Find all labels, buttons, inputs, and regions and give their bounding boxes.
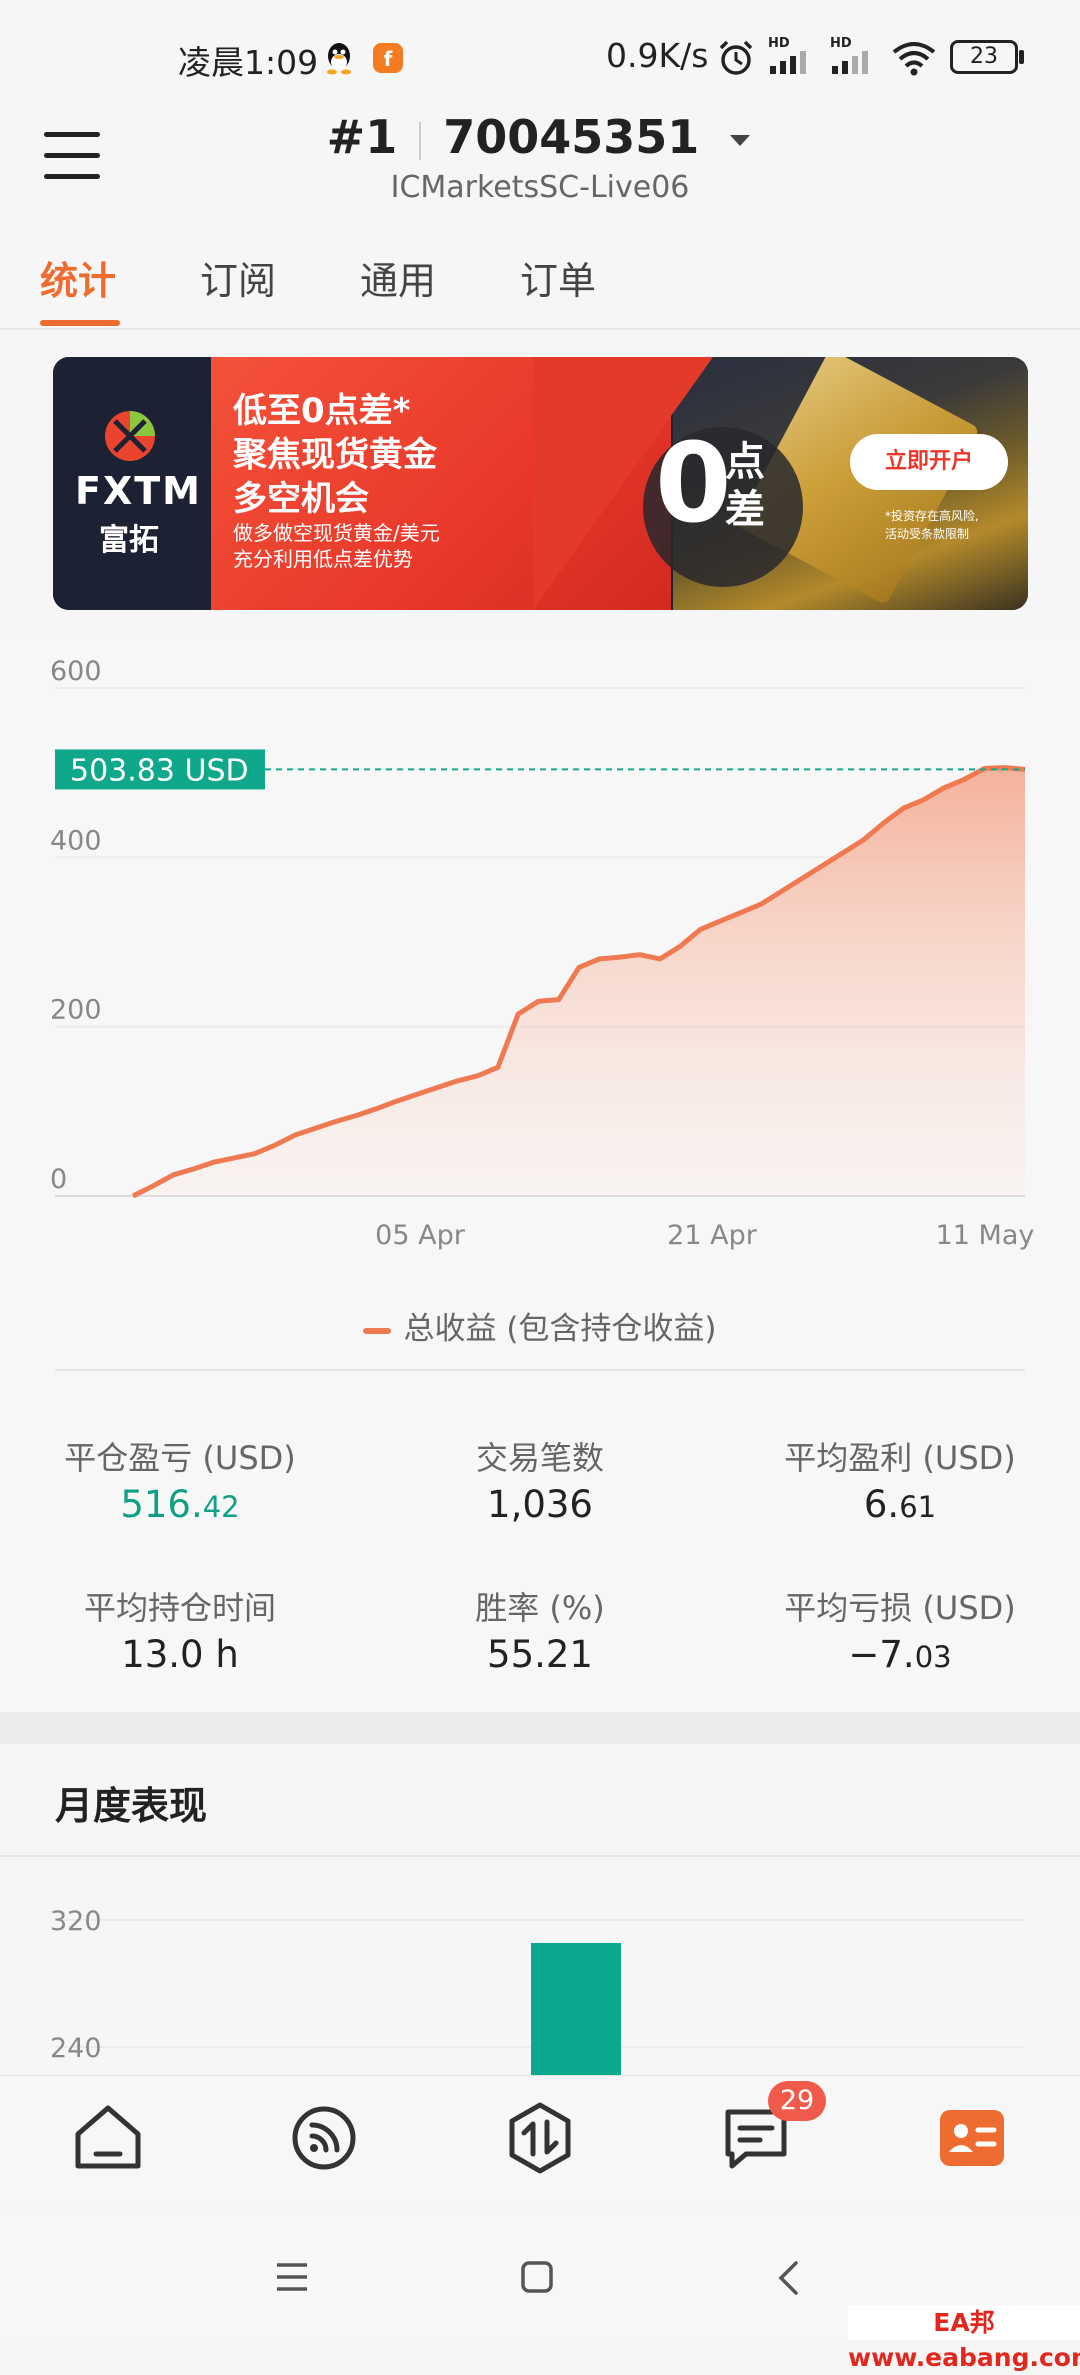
tab-active-indicator xyxy=(40,320,120,326)
stat-label: 平均持仓时间 xyxy=(83,1589,276,1627)
banner-sub-2: 充分利用低点差优势 xyxy=(233,547,413,571)
account-server: ICMarketsSC-Live06 xyxy=(390,170,690,205)
wifi-icon xyxy=(892,42,936,76)
messages-badge: 29 xyxy=(768,2081,826,2121)
stat-label: 交易笔数 xyxy=(475,1439,604,1477)
account-number: 70045351 xyxy=(443,110,700,164)
divider xyxy=(0,1855,1080,1857)
battery-level: 23 xyxy=(970,44,998,69)
feed-icon[interactable] xyxy=(284,2098,364,2178)
watermark: EA邦www.eabang.com xyxy=(848,2305,1080,2372)
battery-indicator: 23 xyxy=(950,40,1018,74)
account-index: #1 xyxy=(326,110,398,164)
recents-icon[interactable] xyxy=(275,2262,309,2292)
legend-swatch xyxy=(363,1327,392,1334)
divider xyxy=(55,1369,1025,1371)
stat-value: 516.42 xyxy=(120,1483,240,1526)
ad-banner[interactable]: FXTM 富拓 低至0点差* 聚焦现货黄金 多空机会 做多做空现货黄金/美元 充… xyxy=(53,357,1028,610)
status-bar: 凌晨1:09 f 0.9K/s HD HD 23 xyxy=(0,0,1080,100)
svg-text:f: f xyxy=(384,47,393,71)
monthly-title: 月度表现 xyxy=(55,1784,208,1828)
fxtm-logo-icon xyxy=(105,411,155,461)
current-value-label: 503.83 USD xyxy=(70,753,249,788)
home-system-icon[interactable] xyxy=(520,2260,554,2294)
section-divider xyxy=(0,1712,1080,1744)
stat-value: 13.0 h xyxy=(121,1633,239,1676)
stat-value: 1,036 xyxy=(487,1483,593,1526)
signal-icon-2 xyxy=(832,51,868,74)
banner-sub-1: 做多做空现货黄金/美元 xyxy=(233,521,440,545)
stat-value: 6.61 xyxy=(863,1483,937,1526)
stat-label: 平均盈利 (USD) xyxy=(784,1439,1016,1477)
equity-chart: 600 400 200 0 05 Apr 21 Apr 11 May 503.83 USD xyxy=(50,656,1035,1251)
y-tick-label: 0 xyxy=(50,1164,67,1195)
account-selector[interactable]: #1 70045351 xyxy=(0,110,1080,164)
x-tick-label: 05 Apr xyxy=(375,1220,466,1251)
banner-headline-2: 聚焦现货黄金 xyxy=(233,435,437,475)
x-tick-label: 21 Apr xyxy=(667,1220,758,1251)
y-tick-label: 200 xyxy=(50,995,102,1026)
tab-general[interactable]: 通用 xyxy=(360,250,436,305)
monthly-bar[interactable] xyxy=(531,1943,621,2075)
legend-label: 总收益 (包含持仓收益) xyxy=(403,1311,717,1347)
alarm-icon xyxy=(719,40,753,75)
tab-bar: 统计 订阅 通用 订单 xyxy=(0,240,1080,330)
tab-orders[interactable]: 订单 xyxy=(520,250,596,305)
monthly-y-tick: 240 xyxy=(50,2033,102,2064)
stat-label: 胜率 (%) xyxy=(475,1589,605,1627)
brand-name-cn: 富拓 xyxy=(99,523,159,558)
tab-stats[interactable]: 统计 xyxy=(40,250,116,305)
battery-tip xyxy=(1019,50,1024,64)
signal-icon-1 xyxy=(770,51,806,74)
banner-big-cha: 差 xyxy=(725,487,765,533)
equity-chart-card: 600 400 200 0 05 Apr 21 Apr 11 May 503.83 USD… xyxy=(0,638,1080,1713)
app-notify-icon: f xyxy=(373,43,403,73)
y-tick-label: 600 xyxy=(50,656,102,687)
status-time: 凌晨1:09 xyxy=(178,43,319,82)
banner-disclaimer-1: *投资存在高风险, xyxy=(885,509,979,523)
equity-area xyxy=(133,767,1025,1196)
monthly-chart: 320 240 xyxy=(50,1906,1025,2075)
stat-value: −7.03 xyxy=(848,1633,952,1676)
chart-legend: 总收益 (包含持仓收益) xyxy=(0,1303,1080,1348)
bottom-nav xyxy=(0,2075,1080,2205)
x-tick-label: 11 May xyxy=(936,1220,1035,1251)
banner-headline-1: 低至0点差* xyxy=(233,391,411,431)
qq-icon xyxy=(327,43,351,75)
network-speed: 0.9K/s xyxy=(606,36,709,75)
banner-disclaimer-2: 活动受条款限制 xyxy=(885,527,970,541)
brand-name: FXTM xyxy=(75,469,202,513)
banner-headline-3: 多空机会 xyxy=(233,479,369,519)
home-icon[interactable] xyxy=(68,2098,148,2178)
profile-icon[interactable] xyxy=(932,2098,1012,2178)
dropdown-arrow-icon xyxy=(730,134,751,146)
trade-icon[interactable] xyxy=(500,2098,580,2178)
tab-subscribe[interactable]: 订阅 xyxy=(200,250,276,305)
back-icon[interactable] xyxy=(776,2260,800,2296)
banner-big-zero: 0 xyxy=(655,419,732,547)
stat-label: 平仓盈亏 (USD) xyxy=(64,1439,296,1477)
monthly-y-tick: 320 xyxy=(50,1906,102,1937)
stat-value: 55.21 xyxy=(487,1633,593,1676)
y-tick-label: 400 xyxy=(50,825,102,856)
open-account-button[interactable]: 立即开户 xyxy=(850,434,1008,490)
stat-label: 平均亏损 (USD) xyxy=(784,1589,1016,1627)
